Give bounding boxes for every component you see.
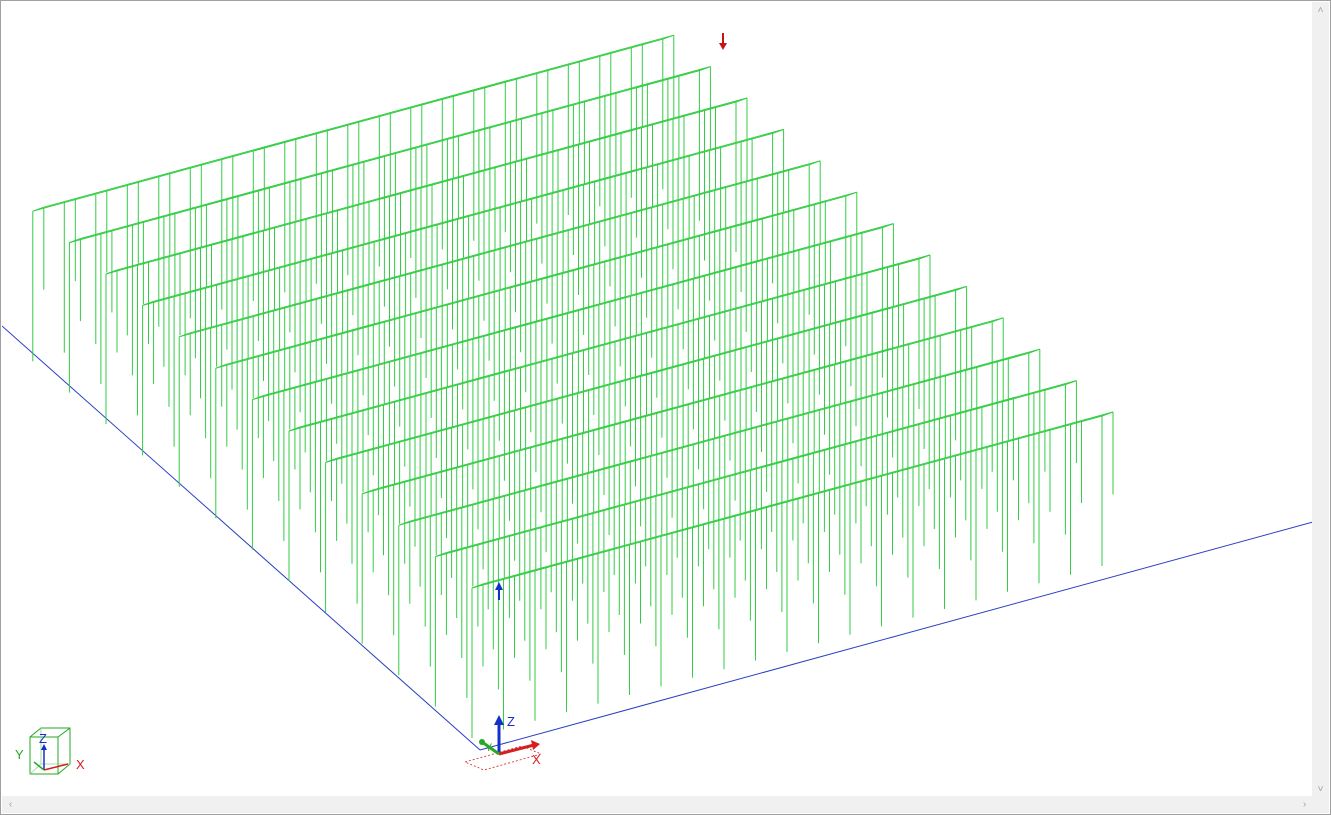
horizontal-scrollbar[interactable]: ‹ › (2, 796, 1313, 813)
x-axis-arrow (498, 743, 535, 756)
frame-end (1065, 380, 1077, 386)
y-axis-label: Y (485, 742, 493, 754)
frame-end (662, 34, 674, 40)
model-viewport[interactable]: Z X Y Z X Y ˄ ˅ ‹ › (0, 0, 1331, 815)
scrollbar-corner (1312, 796, 1329, 813)
scroll-right-icon[interactable]: › (1296, 796, 1313, 813)
load-arrow-icon (719, 33, 727, 50)
frame-end (1028, 348, 1040, 354)
frame-end (992, 317, 1004, 323)
frame-end (1101, 411, 1114, 417)
nav-z-label: Z (39, 731, 47, 746)
scroll-up-icon[interactable]: ˄ (1312, 2, 1329, 19)
ground-grid (2, 325, 1313, 751)
frame-end (699, 66, 711, 72)
x-axis-label: X (532, 752, 541, 767)
frame-end (809, 160, 821, 166)
structure-frames (32, 34, 1114, 738)
ground-edge-x (479, 521, 1313, 751)
frame-end (32, 206, 44, 212)
frame-end (955, 285, 967, 291)
frame-end (735, 97, 748, 103)
frame-end (845, 191, 857, 197)
z-axis-label: Z (507, 714, 515, 729)
frame-end (882, 223, 894, 229)
frame-end (918, 254, 931, 260)
model-canvas[interactable]: Z X Y Z X Y (2, 2, 1313, 798)
frame-end (772, 128, 784, 134)
support-arrow-icon (495, 582, 503, 600)
ground-edge-y (2, 325, 481, 751)
nav-y-label: Y (15, 747, 24, 762)
scroll-left-icon[interactable]: ‹ (2, 796, 19, 813)
view-navigator[interactable]: Z X Y (15, 727, 85, 775)
vertical-scrollbar[interactable]: ˄ ˅ (1312, 2, 1329, 798)
nav-x-label: X (76, 757, 85, 772)
